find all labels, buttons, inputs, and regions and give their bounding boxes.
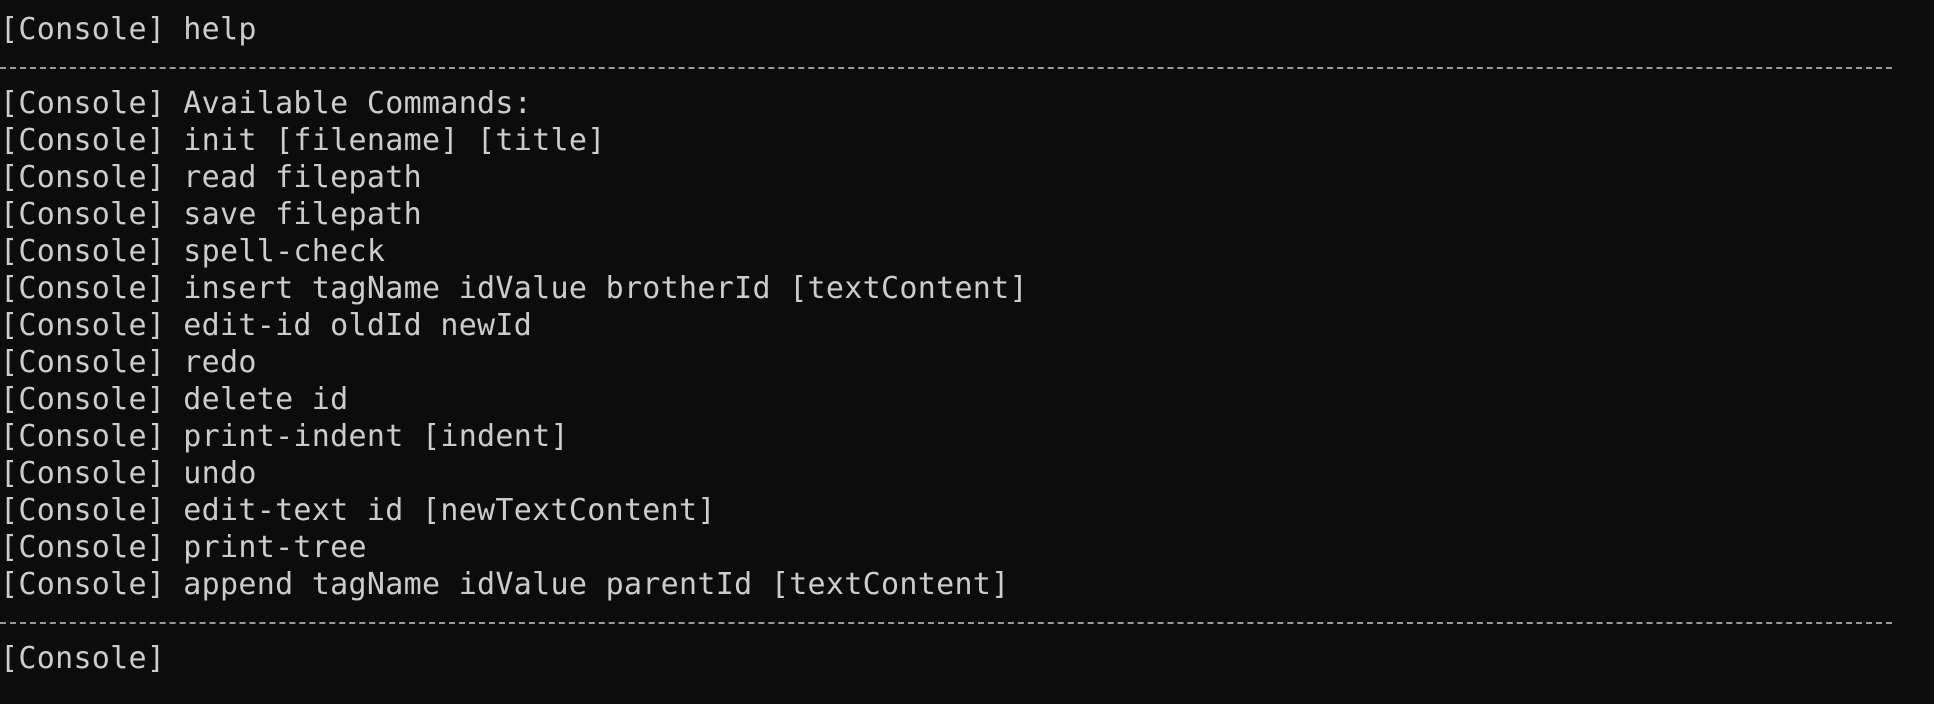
command-separator <box>0 48 1934 85</box>
entered-command: help <box>183 12 257 47</box>
command-line-edit-id: [Console] edit-id oldId newId <box>0 307 1934 344</box>
command-line-spell-check: [Console] spell-check <box>0 233 1934 270</box>
console-prefix: [Console] <box>0 12 166 47</box>
command-text-spell-check: spell-check <box>183 234 386 269</box>
console-prefix: [Console] <box>0 641 166 676</box>
command-line-insert: [Console] insert tagName idValue brotherI… <box>0 270 1934 307</box>
command-text-edit-text: edit-text id [newTextContent] <box>183 493 716 528</box>
console-prefix: [Console] <box>0 271 166 306</box>
command-line-redo: [Console] redo <box>0 344 1934 381</box>
command-line-print-tree: [Console] print-tree <box>0 529 1934 566</box>
command-text-redo: redo <box>183 345 257 380</box>
console-input-line[interactable]: [Console] <box>0 640 1934 677</box>
console-prefix: [Console] <box>0 197 166 232</box>
command-text-undo: undo <box>183 456 257 491</box>
command-line-read: [Console] read filepath <box>0 159 1934 196</box>
command-text-insert: insert tagName idValue brotherId [textCo… <box>183 271 1028 306</box>
console-prefix: [Console] <box>0 530 166 565</box>
bottom-separator <box>0 603 1934 640</box>
console-prefix: [Console] <box>0 86 166 121</box>
command-text-save: save filepath <box>183 197 422 232</box>
console-prefix: [Console] <box>0 456 166 491</box>
command-line-save: [Console] save filepath <box>0 196 1934 233</box>
console-prefix: [Console] <box>0 123 166 158</box>
command-text-edit-id: edit-id oldId newId <box>183 308 533 343</box>
command-text-init: init [filename] [title] <box>183 123 606 158</box>
console-prefix: [Console] <box>0 308 166 343</box>
command-line-print-indent: [Console] print-indent [indent] <box>0 418 1934 455</box>
commands-header: Available Commands: <box>183 86 533 121</box>
command-line-delete: [Console] delete id <box>0 381 1934 418</box>
command-line-init: [Console] init [filename] [title] <box>0 122 1934 159</box>
console-prefix: [Console] <box>0 382 166 417</box>
entered-command-line: [Console] help <box>0 11 1934 48</box>
top-separator <box>0 0 1934 11</box>
command-text-print-tree: print-tree <box>183 530 367 565</box>
console-prefix: [Console] <box>0 493 166 528</box>
console-prefix: [Console] <box>0 234 166 269</box>
command-line-undo: [Console] undo <box>0 455 1934 492</box>
command-text-read: read filepath <box>183 160 422 195</box>
console-window[interactable]: [Console] help [Console] Available Command… <box>0 0 1934 704</box>
command-text-append: append tagName idValue parentId [textCon… <box>183 567 1010 602</box>
console-prefix: [Console] <box>0 345 166 380</box>
console-prefix: [Console] <box>0 160 166 195</box>
command-text-print-indent: print-indent [indent] <box>183 419 569 454</box>
command-line-edit-text: [Console] edit-text id [newTextContent] <box>0 492 1934 529</box>
console-prefix: [Console] <box>0 567 166 602</box>
command-line-append: [Console] append tagName idValue parentId… <box>0 566 1934 603</box>
commands-header-line: [Console] Available Commands: <box>0 85 1934 122</box>
command-text-delete: delete id <box>183 382 349 417</box>
console-prefix: [Console] <box>0 419 166 454</box>
